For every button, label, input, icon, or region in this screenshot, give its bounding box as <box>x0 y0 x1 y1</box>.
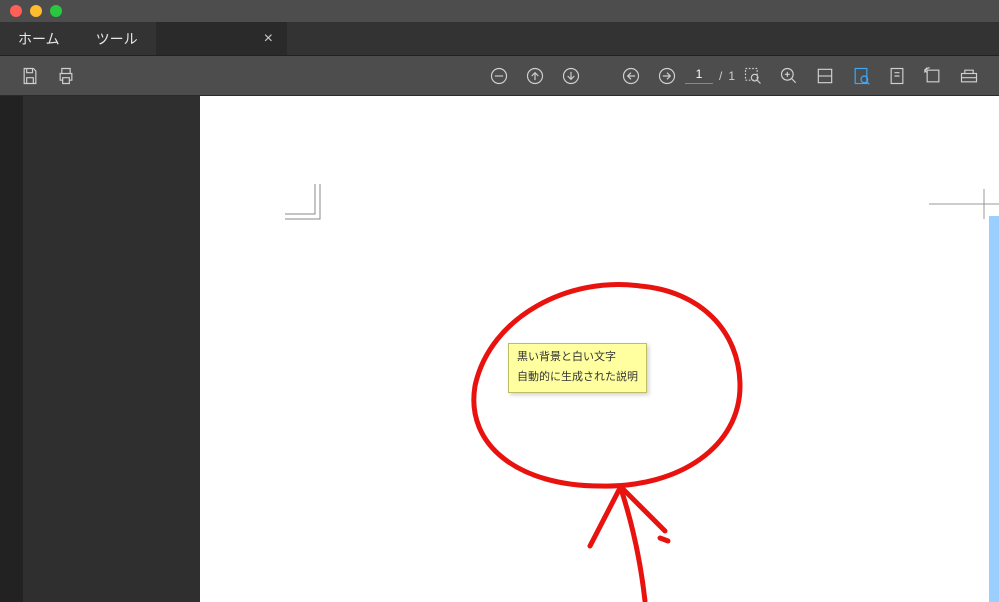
fit-width-icon <box>815 66 835 86</box>
page-next-button[interactable] <box>649 56 685 96</box>
circle-minus-icon <box>489 66 509 86</box>
arrow-right-circle-icon <box>657 66 677 86</box>
zoom-in-icon <box>779 66 799 86</box>
alt-text-tooltip: 黒い背景と白い文字 自動的に生成された説明 <box>508 343 647 393</box>
nav-home[interactable]: ホーム <box>0 22 78 55</box>
save-icon <box>20 66 40 86</box>
thumbnail-gutter <box>0 96 23 602</box>
selection-highlight <box>989 216 999 602</box>
window-titlebar <box>0 0 999 22</box>
tooltip-line-1: 黒い背景と白い文字 <box>517 348 638 368</box>
page-total: 1 <box>728 69 735 83</box>
document-tab[interactable]: × <box>156 22 287 55</box>
document-canvas[interactable]: 黒い背景と白い文字 自動的に生成された説明 <box>200 96 999 602</box>
page-up-button[interactable] <box>517 56 553 96</box>
content-area: 黒い背景と白い文字 自動的に生成された説明 <box>0 96 999 602</box>
zoom-fit-button[interactable] <box>481 56 517 96</box>
zoom-in-button[interactable] <box>771 56 807 96</box>
page-indicator: / 1 <box>685 67 735 84</box>
page-prev-button[interactable] <box>613 56 649 96</box>
fit-page-icon <box>851 66 871 86</box>
fit-page-button[interactable] <box>843 56 879 96</box>
thumbnail-panel[interactable] <box>0 96 200 602</box>
scan-icon <box>959 66 979 86</box>
close-tab-button[interactable]: × <box>264 30 273 48</box>
marquee-zoom-button[interactable] <box>735 56 771 96</box>
print-button[interactable] <box>48 56 84 96</box>
minimize-window-button[interactable] <box>30 5 42 17</box>
page-down-button[interactable] <box>553 56 589 96</box>
select-tool-icon <box>887 66 907 86</box>
crop-mark-top-left <box>285 184 325 224</box>
arrow-left-circle-icon <box>621 66 641 86</box>
page-separator: / <box>719 69 722 83</box>
close-window-button[interactable] <box>10 5 22 17</box>
zoom-out-icon <box>743 66 763 86</box>
nav-tools[interactable]: ツール <box>78 22 156 55</box>
select-tool-button[interactable] <box>879 56 915 96</box>
crop-mark-top-right <box>929 189 999 219</box>
scan-button[interactable] <box>951 56 987 96</box>
save-button[interactable] <box>12 56 48 96</box>
tooltip-line-2: 自動的に生成された説明 <box>517 368 638 388</box>
freehand-annotation <box>450 276 760 602</box>
toolbar: / 1 <box>0 56 999 96</box>
maximize-window-button[interactable] <box>50 5 62 17</box>
arrow-down-circle-icon <box>561 66 581 86</box>
print-icon <box>56 66 76 86</box>
rotate-button[interactable] <box>915 56 951 96</box>
page-current-input[interactable] <box>685 67 713 84</box>
fit-width-button[interactable] <box>807 56 843 96</box>
rotate-icon <box>923 66 943 86</box>
tab-bar: ホーム ツール × <box>0 22 999 56</box>
arrow-up-circle-icon <box>525 66 545 86</box>
